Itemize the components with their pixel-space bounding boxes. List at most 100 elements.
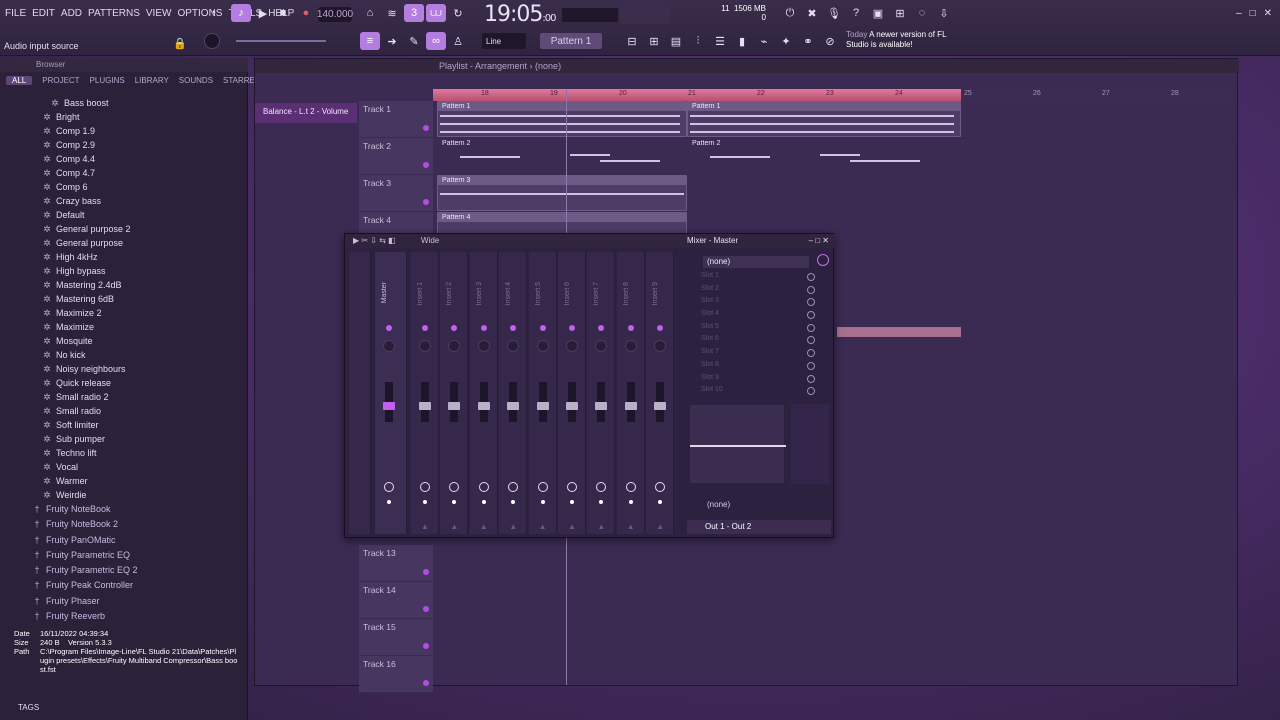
track-header[interactable]: Track 13 [359, 545, 433, 582]
browser-plugin-item[interactable]: † Fruity Phaser [0, 594, 248, 609]
maximize-icon[interactable]: □ [1250, 8, 1256, 19]
browser-preset-item[interactable]: ✲ Warmer [0, 474, 248, 488]
info-icon[interactable]: ⊘ [820, 32, 840, 50]
mixer-insert-strip[interactable]: Insert 7 ▲ [587, 252, 616, 534]
insert-route-icon[interactable]: ▲ [627, 522, 635, 531]
insert-enable-icon[interactable] [817, 254, 829, 266]
pattern-song-toggle[interactable]: ♪ [231, 4, 251, 22]
browser-preset-item[interactable]: ✲ No kick [0, 348, 248, 362]
track-header[interactable]: Track 1 [359, 101, 433, 138]
effect-slot[interactable]: Slot 3 [687, 295, 833, 308]
song-position-clock[interactable]: 19:05:00 [484, 2, 557, 27]
browser-preset-item[interactable]: ✲ Bright [0, 110, 248, 124]
metronome-icon[interactable]: ⌂ [360, 4, 380, 22]
browser-icon[interactable]: ▮ [732, 32, 752, 50]
plugin-icon[interactable]: ⊞ [890, 4, 910, 22]
pattern-clip[interactable]: Pattern 1 [437, 101, 687, 137]
mixer-icon[interactable]: ⊟ [622, 32, 642, 50]
timeline-ruler[interactable]: 18 19 20 21 22 23 24 25 26 27 28 [433, 89, 1233, 101]
panic-icon[interactable]: ✖ [802, 4, 822, 22]
bike-icon[interactable]: ⚭ [798, 32, 818, 50]
chat-icon[interactable]: ◌ [912, 4, 932, 22]
master-volume-knob[interactable] [204, 33, 220, 49]
close-icon[interactable]: ✕ [1264, 8, 1272, 19]
track-header[interactable]: Track 15 [359, 619, 433, 656]
record-button[interactable]: ● [296, 4, 316, 22]
sliders-icon[interactable]: ☰ [710, 32, 730, 50]
wrench-icon[interactable]: ✦ [776, 32, 796, 50]
loop-record-icon[interactable]: ↻ [448, 4, 468, 22]
browser-preset-item[interactable]: ✲ Vocal [0, 460, 248, 474]
track-header[interactable]: Track 14 [359, 582, 433, 619]
clip-source-selector[interactable]: Balance - L.t 2 - Volume [255, 103, 357, 123]
track-header[interactable]: Track 3 [359, 175, 433, 212]
browser-preset-item[interactable]: ✲ Maximize [0, 320, 248, 334]
effect-slot[interactable]: Slot 2 [687, 283, 833, 296]
tempo-display[interactable]: 140.000 [317, 7, 353, 22]
browser-preset-item[interactable]: ✲ Default [0, 208, 248, 222]
pattern-clip[interactable]: Pattern 2 [437, 138, 687, 174]
news-panel[interactable]: Today A newer version of FL Studio is av… [846, 30, 956, 50]
mixer-insert-strip[interactable]: Insert 9 ▲ [646, 252, 675, 534]
pencil-icon[interactable]: ✎ [404, 32, 424, 50]
tab-library[interactable]: LIBRARY [135, 76, 169, 85]
minimize-icon[interactable]: ‒ [1236, 8, 1242, 19]
mixer-insert-strip[interactable]: Insert 4 ▲ [499, 252, 528, 534]
download-icon[interactable]: ⇩ [934, 4, 954, 22]
effect-slot[interactable]: Slot 4 [687, 308, 833, 321]
tab-plugins[interactable]: PLUGINS [90, 76, 125, 85]
insert-route-icon[interactable]: ▲ [480, 522, 488, 531]
arrow-icon[interactable]: ➜ [382, 32, 402, 50]
browser-preset-item[interactable]: ✲ General purpose [0, 236, 248, 250]
insert-route-icon[interactable]: ▲ [597, 522, 605, 531]
effect-slot[interactable]: Slot 6 [687, 333, 833, 346]
wait-input-icon[interactable]: ≋ [382, 4, 402, 22]
browser-preset-item[interactable]: ✲ Mastering 2.4dB [0, 278, 248, 292]
effect-slot[interactable]: Slot 7 [687, 346, 833, 359]
effect-slot[interactable]: Slot 9 [687, 372, 833, 385]
mixer-insert-strip[interactable]: Insert 3 ▲ [469, 252, 498, 534]
browser-preset-item[interactable]: ✲ Comp 4.4 [0, 152, 248, 166]
save-icon[interactable]: ▣ [868, 4, 888, 22]
track-header[interactable]: Track 2 [359, 138, 433, 175]
loop-region[interactable] [433, 89, 961, 101]
track-lane[interactable]: Pattern 2 Pattern 2 [433, 138, 1233, 175]
browser-preset-item[interactable]: ✲ Quick release [0, 376, 248, 390]
browser-preset-item[interactable]: ✲ Soft limiter [0, 418, 248, 432]
insert-route-icon[interactable]: ▲ [421, 522, 429, 531]
effect-slot[interactable]: Slot 8 [687, 359, 833, 372]
browser-plugin-item[interactable]: † Fruity Parametric EQ [0, 548, 248, 563]
menu-edit[interactable]: EDIT [31, 8, 56, 19]
browser-plugin-item[interactable]: † Fruity Reeverb [0, 609, 248, 624]
pattern-clip[interactable]: Pattern 1 [687, 101, 961, 137]
insert-route-icon[interactable]: ▲ [509, 522, 517, 531]
blend-notes-icon[interactable]: ⩊ [426, 4, 446, 22]
tab-project[interactable]: PROJECT [42, 76, 79, 85]
track-lane[interactable]: Pattern 1 Pattern 1 [433, 101, 1233, 138]
link-icon[interactable]: ∞ [426, 32, 446, 50]
effect-slot[interactable]: Slot 5 [687, 321, 833, 334]
browser-preset-item[interactable]: ✲ High bypass [0, 264, 248, 278]
mixer-insert-strip[interactable]: Insert 6 ▲ [558, 252, 586, 534]
insert-route-icon[interactable]: ▲ [656, 522, 664, 531]
play-button[interactable]: ▶ [253, 4, 273, 22]
piano-roll-icon[interactable]: ▤ [666, 32, 686, 50]
playlist-icon[interactable]: ≡ [360, 32, 380, 50]
tab-all[interactable]: ALL [6, 76, 33, 85]
plug-icon[interactable]: ⌁ [754, 32, 774, 50]
browser-preset-item[interactable]: ✲ Comp 6 [0, 180, 248, 194]
browser-plugin-item[interactable]: † Fruity Parametric EQ 2 [0, 563, 248, 578]
track-lane[interactable]: Pattern 3 [433, 175, 1233, 212]
browser-preset-item[interactable]: ✲ Comp 2.9 [0, 138, 248, 152]
browser-preset-item[interactable]: ✲ Noisy neighbours [0, 362, 248, 376]
browser-preset-item[interactable]: ✲ Small radio 2 [0, 390, 248, 404]
automation-clip[interactable] [837, 327, 961, 337]
insert-route-icon[interactable]: ▲ [450, 522, 458, 531]
effect-slot[interactable]: Slot 10 [687, 384, 833, 397]
microphone-icon[interactable]: 🎙 [824, 4, 844, 22]
pattern-clip[interactable]: Pattern 2 [687, 138, 961, 174]
pattern-clip[interactable]: Pattern 3 [437, 175, 687, 211]
recording-filter-icon[interactable]: ◔ [203, 4, 223, 22]
insert-route-icon[interactable]: ▲ [568, 522, 576, 531]
browser-preset-item[interactable]: ✲ Weirdie [0, 488, 248, 502]
